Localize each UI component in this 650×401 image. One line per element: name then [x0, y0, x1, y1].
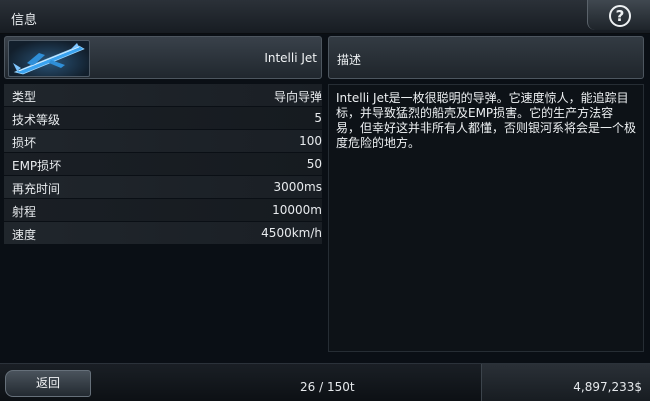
stat-label: 损坏	[12, 136, 37, 150]
stat-label: EMP损坏	[12, 159, 62, 173]
stat-value: 50	[306, 157, 322, 171]
credits-amount: 4,897,233$	[573, 380, 642, 394]
credits-panel: 4,897,233$	[481, 364, 650, 401]
missile-thumbnail	[8, 40, 90, 77]
stat-label: 速度	[12, 228, 37, 242]
stat-row-speed: 速度 4500km/h	[4, 222, 322, 244]
stat-row-tech-level: 技术等级 5	[4, 107, 322, 129]
stat-value: 100	[299, 134, 322, 148]
back-button[interactable]: 返回	[5, 370, 91, 397]
bottom-bar: 返回 26 / 150t 4,897,233$	[0, 363, 650, 401]
item-stats-panel: Intelli Jet 类型 导向导弹 技术等级 5 损坏 100 EMP损坏 …	[4, 36, 322, 352]
stat-row-range: 射程 10000m	[4, 199, 322, 221]
stat-label: 射程	[12, 205, 37, 219]
stat-row-reload-time: 再充时间 3000ms	[4, 176, 322, 198]
item-header: Intelli Jet	[4, 36, 322, 79]
stat-label: 类型	[12, 90, 37, 104]
stat-row-emp-damage: EMP损坏 50	[4, 153, 322, 175]
description-title: 描述	[337, 53, 362, 67]
description-header: 描述	[328, 36, 644, 79]
stat-value: 4500km/h	[261, 226, 322, 240]
stat-label: 技术等级	[12, 113, 61, 127]
stat-value: 10000m	[272, 203, 322, 217]
stat-row-damage: 损坏 100	[4, 130, 322, 152]
stat-value: 3000ms	[273, 180, 322, 194]
question-circle-icon: ?	[609, 5, 631, 27]
stat-value: 导向导弹	[273, 90, 322, 104]
item-name: Intelli Jet	[264, 51, 317, 65]
description-box: Intelli Jet是一枚很聪明的导弹。它速度惊人，能追踪目标，并导致猛烈的船…	[328, 84, 644, 352]
window-title: 信息	[11, 13, 38, 28]
stat-value: 5	[314, 111, 322, 125]
cargo-capacity: 26 / 150t	[300, 380, 355, 394]
stat-label: 再充时间	[12, 182, 61, 196]
stat-row-type: 类型 导向导弹	[4, 84, 322, 106]
item-info-screen: 信息 ? Intelli Jet 类型 导向导弹 技术等级 5 损坏 100 E…	[0, 0, 650, 401]
stats-table: 类型 导向导弹 技术等级 5 损坏 100 EMP损坏 50 再充时间 3000…	[4, 84, 322, 245]
help-button[interactable]: ?	[587, 0, 650, 30]
title-bar: 信息 ?	[0, 0, 650, 34]
description-text: Intelli Jet是一枚很聪明的导弹。它速度惊人，能追踪目标，并导致猛烈的船…	[336, 91, 637, 150]
